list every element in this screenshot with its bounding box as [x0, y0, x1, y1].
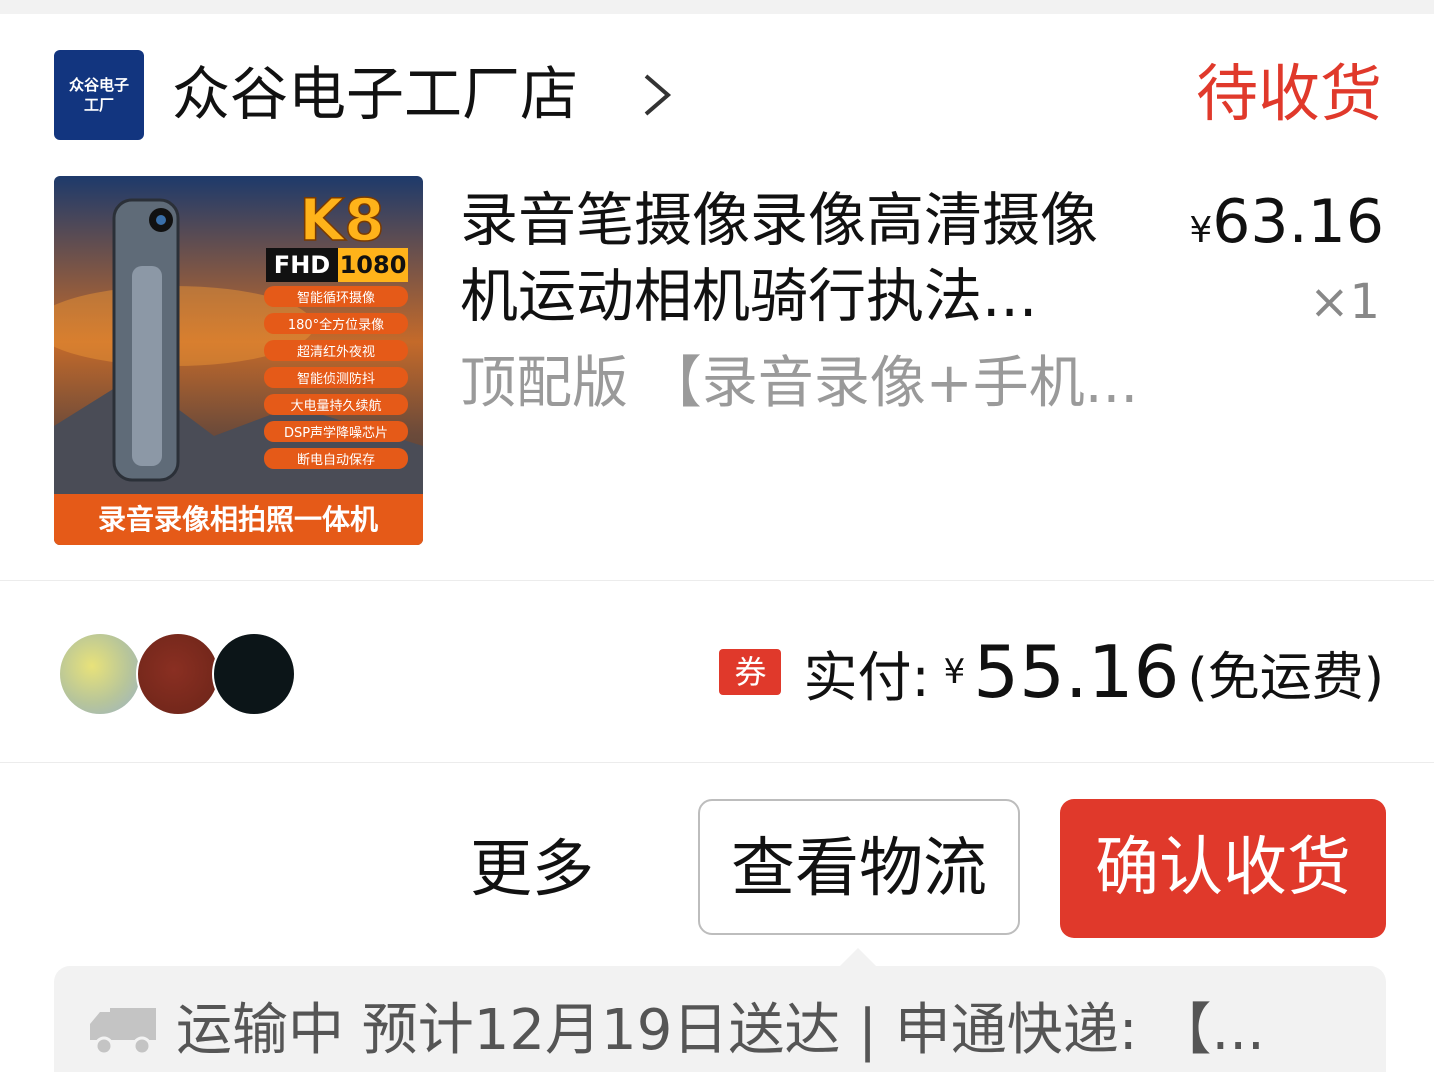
- product-feature-label: 智能侦测防抖: [297, 371, 375, 387]
- paid-label: 实付:: [803, 645, 930, 709]
- payment-summary: 券 实付: ¥ 55.16 (免运费): [719, 630, 1384, 714]
- product-price: ¥63.16: [1189, 184, 1384, 269]
- divider: [0, 580, 1434, 581]
- order-card: 众谷电子 工厂 众谷电子工厂店 待收货 录音录像相拍照一体机 K8 FHD 10…: [0, 14, 1434, 1072]
- order-status: 待收货: [1195, 57, 1382, 130]
- product-title[interactable]: 录音笔摄像录像高清摄像机运动相机骑行执法...: [460, 182, 1150, 334]
- paid-symbol: ¥: [943, 652, 966, 692]
- tooltip-pointer: [838, 948, 878, 968]
- more-button[interactable]: 更多: [470, 826, 594, 912]
- product-feature-list: 智能循环摄像 180°全方位录像超清红外夜视智能侦测防抖大电量持久续航 DSP声学降…: [264, 286, 408, 469]
- shop-logo[interactable]: 众谷电子 工厂: [54, 50, 144, 140]
- chevron-right-icon[interactable]: [636, 70, 680, 120]
- product-image-banner: 录音录像相拍照一体机: [98, 503, 378, 536]
- product-image-model: K8: [299, 186, 384, 254]
- shop-logo-text-2: 工厂: [83, 96, 114, 114]
- avatar: [58, 632, 142, 716]
- price-symbol: ¥: [1189, 210, 1213, 251]
- avatar: [136, 632, 220, 716]
- product-feature-label: DSP声学降噪芯片: [284, 425, 388, 441]
- product-feature-label: 180°全方位录像: [288, 317, 384, 333]
- divider: [0, 762, 1434, 763]
- product-feature-label: 断电自动保存: [297, 453, 375, 468]
- shop-name[interactable]: 众谷电子工厂店: [172, 54, 578, 134]
- shop-logo-text-1: 众谷电子: [68, 76, 129, 94]
- product-sku: 顶配版 【录音录像+手机...: [460, 351, 1139, 416]
- logistics-status-text[interactable]: 运输中 预计12月19日送达 | 申通快递: 【...: [176, 994, 1296, 1068]
- coupon-badge: 券: [719, 649, 782, 695]
- product-thumbnail[interactable]: 录音录像相拍照一体机 K8 FHD 1080 智能循环摄像 180°全方位录像 超清…: [54, 176, 423, 545]
- price-value: 63.16: [1212, 187, 1384, 257]
- product-image-1080: 1080: [340, 251, 407, 279]
- paid-amount: 55.16: [973, 630, 1180, 714]
- shipping-note: (免运费): [1187, 647, 1384, 708]
- avatar: [212, 632, 296, 716]
- product-feature-label: 智能循环摄像: [297, 291, 375, 306]
- product-image-fhd: FHD: [274, 251, 330, 279]
- product-quantity: ×1: [1309, 274, 1380, 330]
- confirm-receipt-button[interactable]: 确认收货: [1060, 799, 1386, 938]
- product-feature-label: 超清红外夜视: [297, 344, 375, 360]
- truck-icon: [90, 1008, 156, 1056]
- product-feature-label: 大电量持久续航: [290, 398, 381, 414]
- view-logistics-button[interactable]: 查看物流: [698, 799, 1020, 935]
